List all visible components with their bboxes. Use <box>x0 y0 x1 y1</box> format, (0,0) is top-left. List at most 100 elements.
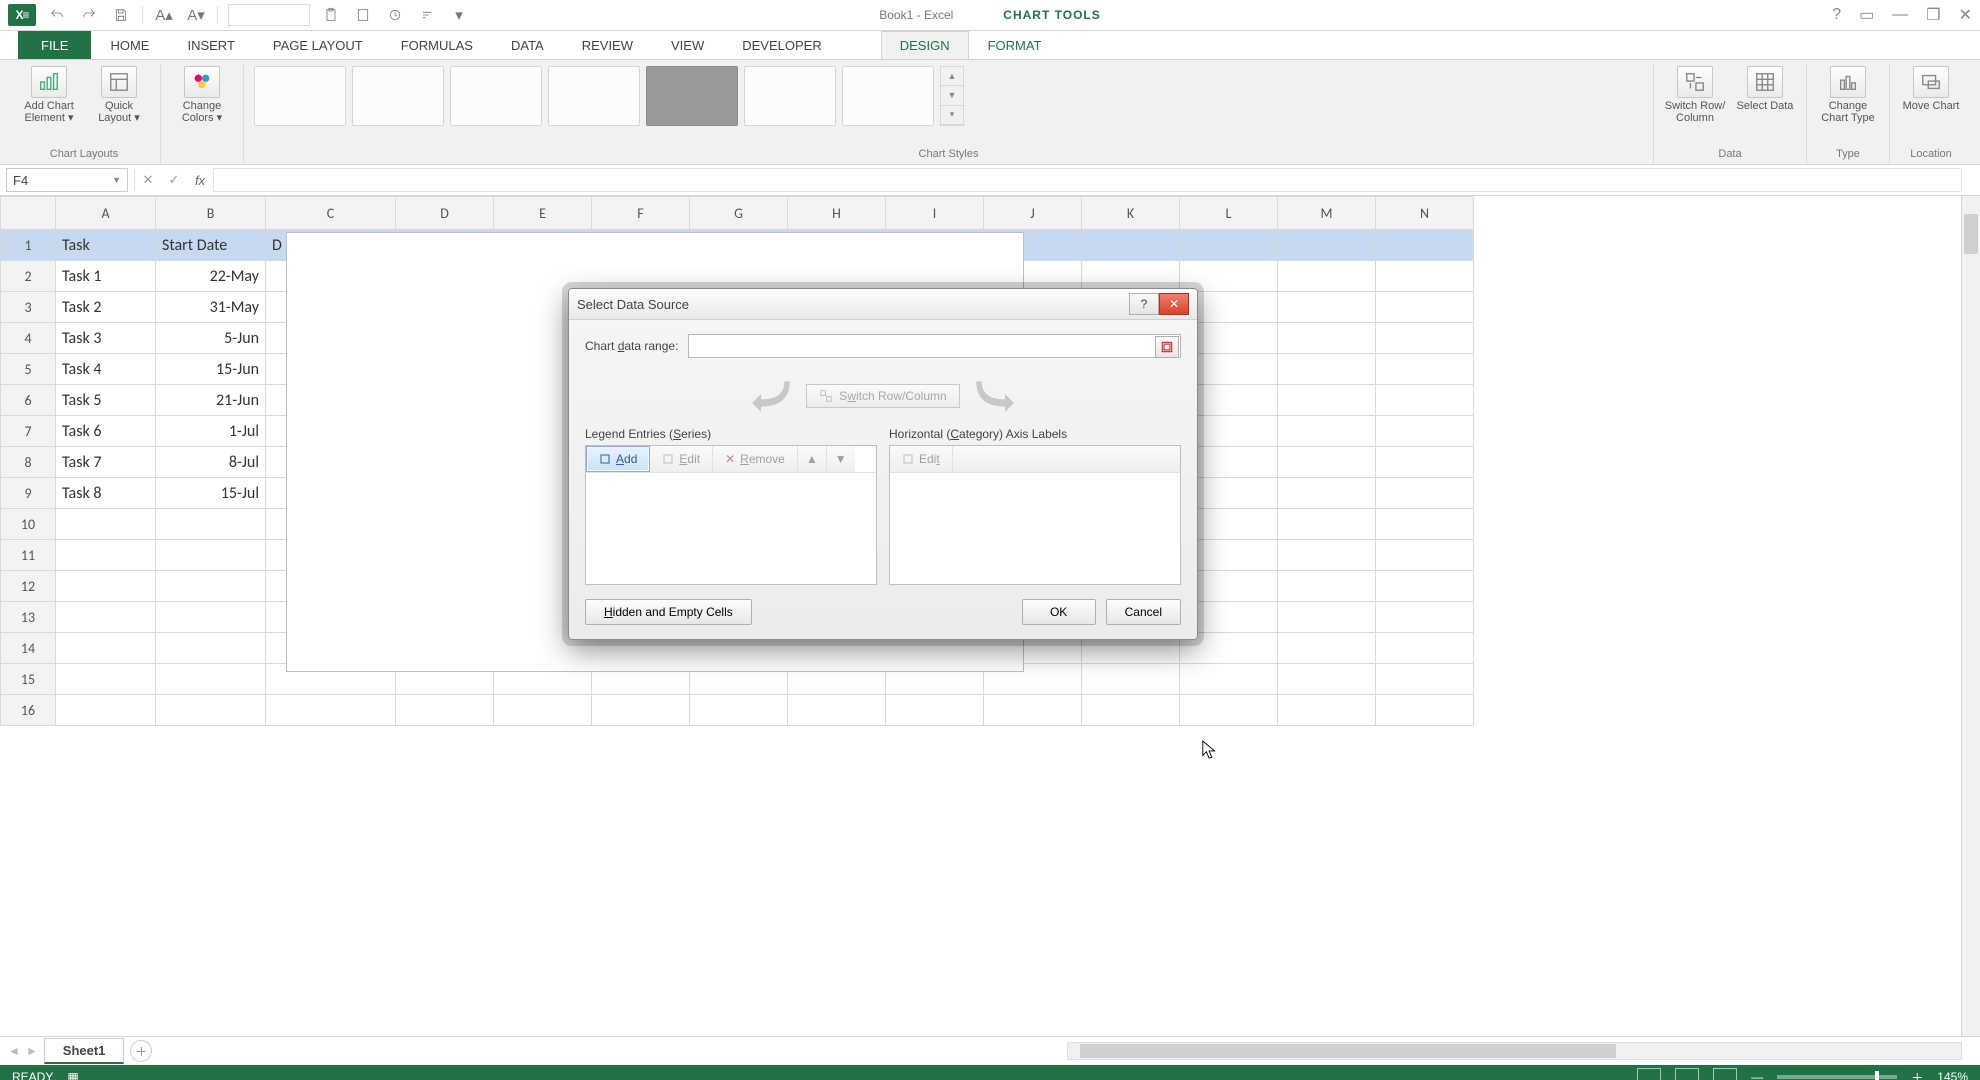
macro-record-icon[interactable]: ▦ <box>67 1070 78 1080</box>
column-header[interactable]: G <box>690 197 788 230</box>
cell[interactable] <box>1376 571 1474 602</box>
column-header[interactable]: C <box>266 197 396 230</box>
cell[interactable] <box>1376 664 1474 695</box>
column-header[interactable]: B <box>156 197 266 230</box>
cell[interactable] <box>156 509 266 540</box>
cell[interactable] <box>788 695 886 726</box>
cell[interactable] <box>156 571 266 602</box>
cell[interactable] <box>1180 261 1278 292</box>
cell[interactable] <box>1278 385 1376 416</box>
row-header[interactable]: 16 <box>1 695 56 726</box>
cell[interactable] <box>1180 695 1278 726</box>
tab-developer[interactable]: DEVELOPER <box>723 31 840 59</box>
cell[interactable]: 21-Jun <box>156 385 266 416</box>
cell[interactable] <box>56 695 156 726</box>
chart-data-range-input[interactable] <box>688 334 1181 358</box>
cell[interactable] <box>1278 602 1376 633</box>
cell[interactable] <box>1180 230 1278 261</box>
zoom-level[interactable]: 145% <box>1937 1070 1968 1080</box>
axis-labels-list[interactable]: Edit <box>889 445 1181 585</box>
cell[interactable] <box>1278 540 1376 571</box>
dialog-close-button[interactable]: ✕ <box>1159 293 1189 315</box>
cell[interactable]: Start Date <box>156 230 266 261</box>
row-header[interactable]: 11 <box>1 540 56 571</box>
cell[interactable]: 5-Jun <box>156 323 266 354</box>
column-header[interactable]: N <box>1376 197 1474 230</box>
row-header[interactable]: 5 <box>1 354 56 385</box>
cell[interactable] <box>1278 571 1376 602</box>
column-header[interactable]: L <box>1180 197 1278 230</box>
hidden-empty-cells-button[interactable]: Hidden and Empty Cells <box>585 599 752 625</box>
font-selector[interactable] <box>228 4 310 26</box>
cell[interactable] <box>1180 664 1278 695</box>
tab-formulas[interactable]: FORMULAS <box>382 31 492 59</box>
cell[interactable] <box>56 664 156 695</box>
cell[interactable] <box>1376 230 1474 261</box>
tab-home[interactable]: HOME <box>91 31 168 59</box>
quick-layout-button[interactable]: Quick Layout ▾ <box>88 66 150 124</box>
cell[interactable] <box>1376 385 1474 416</box>
cell[interactable] <box>1082 695 1180 726</box>
restore-button[interactable]: ❐ <box>1926 5 1940 25</box>
cell[interactable]: 1-Jul <box>156 416 266 447</box>
cell[interactable] <box>396 695 494 726</box>
cell[interactable] <box>886 695 984 726</box>
tab-format[interactable]: FORMAT <box>969 31 1061 59</box>
row-header[interactable]: 8 <box>1 447 56 478</box>
gallery-scroll[interactable]: ▲▼▾ <box>940 66 964 126</box>
cell[interactable] <box>494 695 592 726</box>
cell[interactable]: 8-Jul <box>156 447 266 478</box>
sheet-tab[interactable]: Sheet1 <box>44 1038 125 1064</box>
close-button[interactable]: ✕ <box>1959 5 1972 25</box>
tab-view[interactable]: VIEW <box>652 31 723 59</box>
cell[interactable] <box>1278 695 1376 726</box>
cell[interactable] <box>266 695 396 726</box>
zoom-out-button[interactable]: — <box>1751 1070 1763 1080</box>
cell[interactable] <box>156 602 266 633</box>
column-header[interactable]: H <box>788 197 886 230</box>
add-sheet-button[interactable]: ＋ <box>130 1040 152 1062</box>
row-header[interactable]: 13 <box>1 602 56 633</box>
row-header[interactable]: 1 <box>1 230 56 261</box>
cell[interactable] <box>1376 602 1474 633</box>
qat-new-button[interactable] <box>352 4 374 26</box>
change-chart-type-button[interactable]: Change Chart Type <box>1817 66 1879 124</box>
cell[interactable] <box>1278 230 1376 261</box>
undo-button[interactable] <box>46 4 68 26</box>
cell[interactable]: 15-Jun <box>156 354 266 385</box>
row-header[interactable]: 10 <box>1 509 56 540</box>
horizontal-scrollbar[interactable] <box>1067 1042 1962 1060</box>
cell[interactable] <box>1376 416 1474 447</box>
ribbon-options-button[interactable]: ▭ <box>1859 5 1874 25</box>
column-header[interactable]: M <box>1278 197 1376 230</box>
view-page-break-button[interactable] <box>1713 1068 1737 1080</box>
cancel-button[interactable]: Cancel <box>1106 599 1181 625</box>
zoom-in-button[interactable]: ＋ <box>1911 1069 1923 1080</box>
switch-row-column-button[interactable]: Switch Row/ Column <box>1664 66 1726 124</box>
cell[interactable] <box>1376 478 1474 509</box>
cell[interactable] <box>1082 230 1180 261</box>
cell[interactable]: 15-Jul <box>156 478 266 509</box>
font-decrease-button[interactable]: A▾ <box>185 4 207 26</box>
series-add-button[interactable]: Add <box>586 446 650 472</box>
cell[interactable] <box>56 571 156 602</box>
cell[interactable]: Task 4 <box>56 354 156 385</box>
add-chart-element-button[interactable]: Add Chart Element ▾ <box>18 66 80 124</box>
cell[interactable] <box>1376 292 1474 323</box>
help-button[interactable]: ? <box>1832 6 1841 24</box>
view-page-layout-button[interactable] <box>1675 1068 1699 1080</box>
cell[interactable] <box>1278 478 1376 509</box>
column-header[interactable]: F <box>592 197 690 230</box>
cell[interactable] <box>1278 323 1376 354</box>
redo-button[interactable] <box>78 4 100 26</box>
cell[interactable] <box>1082 261 1180 292</box>
cell[interactable] <box>1278 292 1376 323</box>
insert-function-button[interactable]: fx <box>187 169 213 191</box>
cell[interactable] <box>1376 354 1474 385</box>
cell[interactable] <box>984 695 1082 726</box>
cell[interactable] <box>1376 695 1474 726</box>
cell[interactable]: Task <box>56 230 156 261</box>
row-header[interactable]: 9 <box>1 478 56 509</box>
cell[interactable] <box>1376 447 1474 478</box>
qat-sort-button[interactable] <box>416 4 438 26</box>
